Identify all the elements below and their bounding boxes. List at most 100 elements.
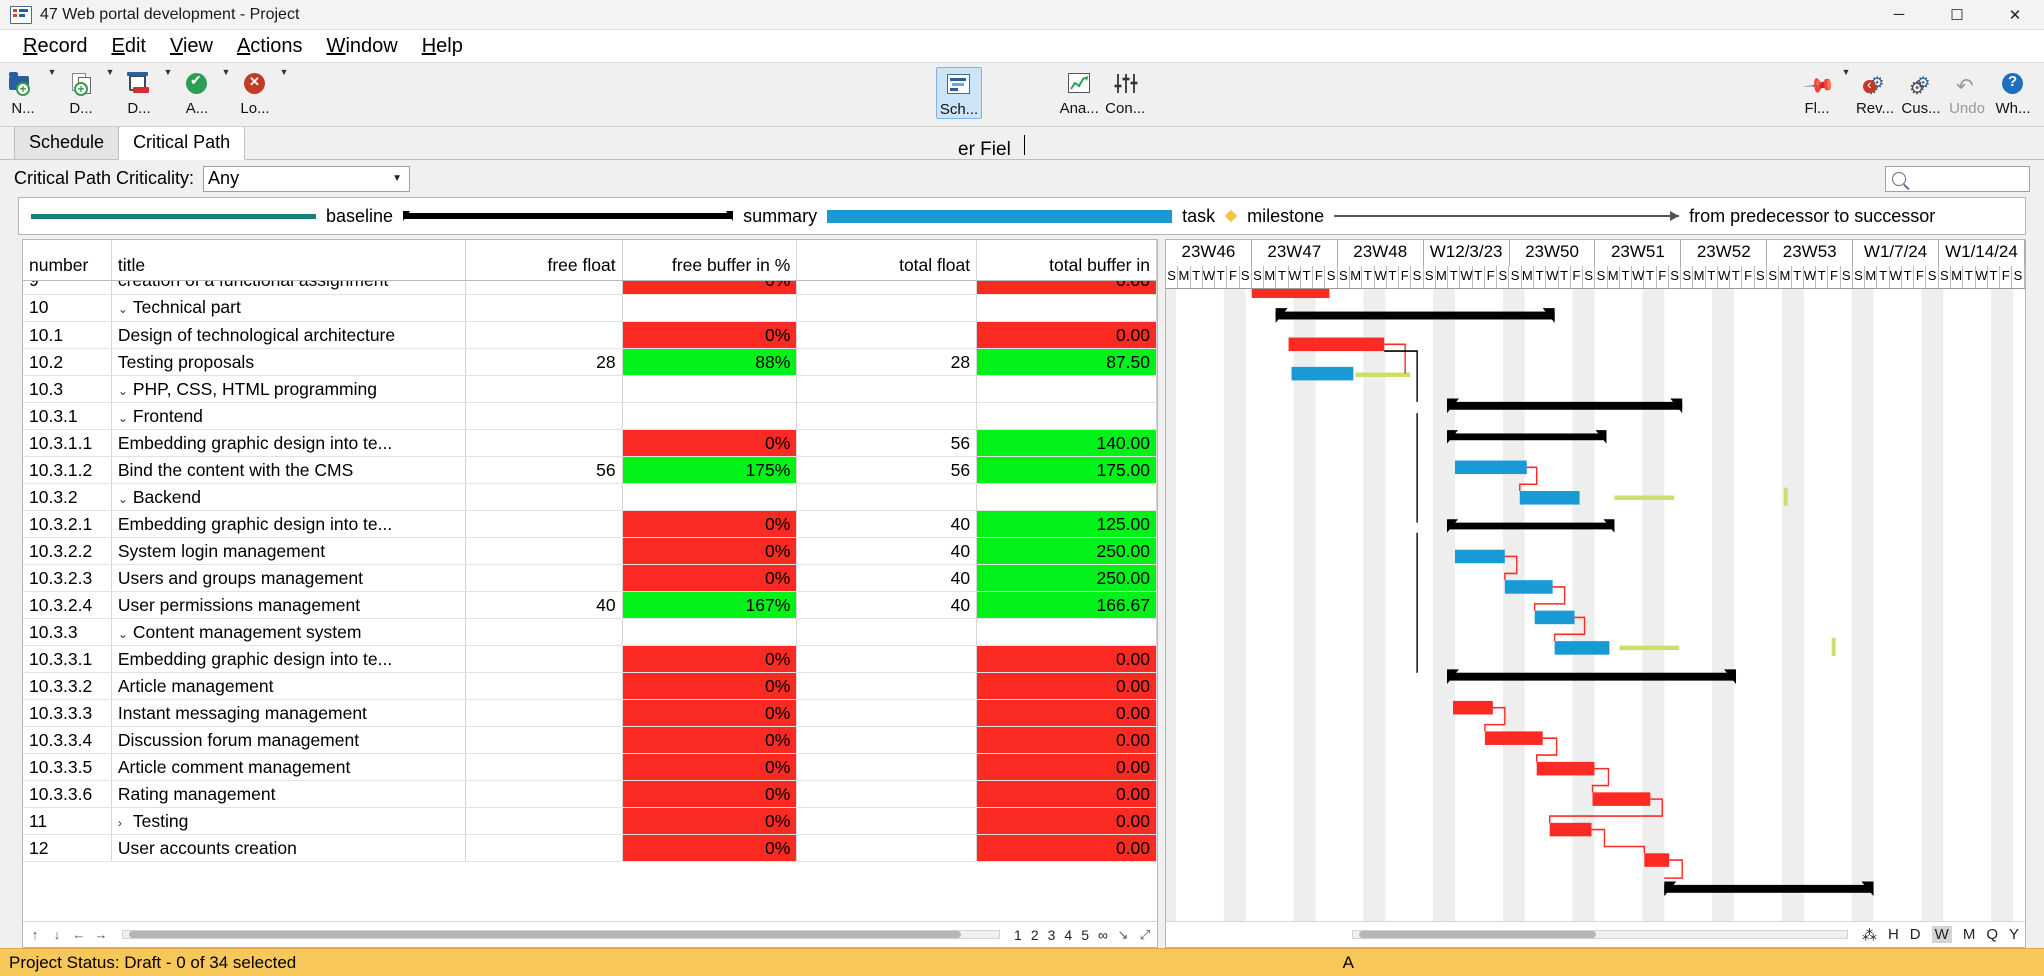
new-record-button[interactable]: + N... xyxy=(0,67,46,117)
minimize-button[interactable]: ─ xyxy=(1870,0,1928,30)
table-row[interactable]: 10⌄Technical part xyxy=(23,295,1157,322)
new-record-dropdown-icon[interactable]: ▼ xyxy=(46,67,58,97)
row-expander-icon[interactable]: ⌄ xyxy=(118,302,133,316)
outline-level-1[interactable]: 1 xyxy=(1014,927,1022,943)
column-header-total-buffer[interactable]: total buffer in xyxy=(977,240,1157,280)
outline-level-3[interactable]: 3 xyxy=(1048,927,1056,943)
close-button[interactable]: ✕ xyxy=(1986,0,2044,30)
tab-critical-path[interactable]: Critical Path xyxy=(118,126,245,160)
table-row[interactable]: 10.3.3.5Article comment management0%0.00 xyxy=(23,754,1157,781)
gantt-canvas[interactable] xyxy=(1166,289,2025,921)
cell-free-buffer xyxy=(622,295,797,322)
expand-icon[interactable]: ⤢ xyxy=(1138,927,1152,943)
table-row[interactable]: 10.3⌄PHP, CSS, HTML programming xyxy=(23,376,1157,403)
cell-free-float xyxy=(466,565,622,592)
table-row[interactable]: 10.1Design of technological architecture… xyxy=(23,322,1157,349)
column-header-title[interactable]: title xyxy=(111,240,466,280)
flag-button[interactable]: 📌 Fl... xyxy=(1794,67,1840,117)
grid-horizontal-scrollbar[interactable] xyxy=(122,930,1000,939)
analysis-button[interactable]: Ana... xyxy=(1056,67,1102,117)
gantt-scale-month[interactable]: M xyxy=(1963,926,1976,943)
duplicate-record-dropdown-icon[interactable]: ▼ xyxy=(104,67,116,97)
nav-next-icon[interactable]: → xyxy=(94,927,108,942)
outline-level-all[interactable]: ∞ xyxy=(1098,927,1108,943)
delete-record-button[interactable]: D... xyxy=(116,67,162,117)
toolbar-spacer-left xyxy=(290,63,936,126)
toolbar-center-group: Sch... Ana... xyxy=(936,63,1148,126)
column-header-total-float[interactable]: total float xyxy=(797,240,977,280)
tab-schedule[interactable]: Schedule xyxy=(14,126,119,159)
customize-button[interactable]: ⚙⚙ Cus... xyxy=(1898,67,1944,117)
whats-this-button[interactable]: Wh... xyxy=(1990,67,2036,117)
column-header-number[interactable]: number xyxy=(23,240,111,280)
row-expander-icon[interactable]: ⌄ xyxy=(118,492,133,506)
accept-dropdown-icon[interactable]: ▼ xyxy=(220,67,232,97)
table-row[interactable]: 10.3.2.1Embedding graphic design into te… xyxy=(23,511,1157,538)
gantt-scale-week[interactable]: W xyxy=(1932,926,1952,943)
menu-view[interactable]: View xyxy=(158,33,225,60)
maximize-button[interactable]: ☐ xyxy=(1928,0,1986,30)
outline-level-2[interactable]: 2 xyxy=(1031,927,1039,943)
configure-button[interactable]: Con... xyxy=(1102,67,1148,117)
table-row[interactable]: 10.3.3⌄Content management system xyxy=(23,619,1157,646)
accept-button[interactable]: A... xyxy=(174,67,220,117)
table-row[interactable]: 10.3.3.2Article management0%0.00 xyxy=(23,673,1157,700)
cell-title: Instant messaging management xyxy=(111,700,466,727)
row-expander-icon[interactable]: ⌄ xyxy=(118,627,133,641)
nav-prev-icon[interactable]: ← xyxy=(72,927,86,942)
table-row[interactable]: 10.2Testing proposals2888%2887.50 xyxy=(23,349,1157,376)
table-row[interactable]: 10.3.2.3Users and groups management0%402… xyxy=(23,565,1157,592)
table-row[interactable]: 10.3.2.2System login management0%40250.0… xyxy=(23,538,1157,565)
table-row[interactable]: 10.3.3.4Discussion forum management0%0.0… xyxy=(23,727,1157,754)
cell-title: Discussion forum management xyxy=(111,727,466,754)
gantt-horizontal-scrollbar[interactable] xyxy=(1352,930,1848,939)
task-grid-table: 10⌄Technical part10.1Design of technolog… xyxy=(23,295,1157,863)
menu-record[interactable]: Record xyxy=(11,33,99,60)
gantt-scale-day[interactable]: D xyxy=(1910,926,1921,943)
menu-help[interactable]: Help xyxy=(410,33,475,60)
table-row[interactable]: 9 creation of a functional assignment 0%… xyxy=(23,281,1157,295)
schedule-view-button[interactable]: Sch... xyxy=(936,67,982,119)
collapse-icon[interactable]: ↘ xyxy=(1116,927,1130,943)
outline-level-5[interactable]: 5 xyxy=(1081,927,1089,943)
nav-last-icon[interactable]: ↓ xyxy=(50,927,64,942)
table-row[interactable]: 10.3.3.3Instant messaging management0%0.… xyxy=(23,700,1157,727)
table-row[interactable]: 11›Testing0%0.00 xyxy=(23,808,1157,835)
cancel-dropdown-icon[interactable]: ▼ xyxy=(278,67,290,97)
nav-first-icon[interactable]: ↑ xyxy=(28,927,42,942)
table-row[interactable]: 10.3.2⌄Backend xyxy=(23,484,1157,511)
search-input[interactable] xyxy=(1885,166,2030,192)
cell-free-float xyxy=(466,700,622,727)
row-expander-icon[interactable]: ⌄ xyxy=(118,384,133,398)
column-header-free-buffer[interactable]: free buffer in % xyxy=(622,240,797,280)
gantt-day-cell: F xyxy=(1571,266,1583,288)
row-expander-icon[interactable]: ⌄ xyxy=(118,411,133,425)
table-row[interactable]: 10.3.1⌄Frontend xyxy=(23,403,1157,430)
gantt-fit-icon[interactable]: ⁂ xyxy=(1862,926,1877,944)
delete-record-dropdown-icon[interactable]: ▼ xyxy=(162,67,174,97)
gantt-day-cell: W xyxy=(1546,266,1558,288)
row-expander-icon[interactable]: › xyxy=(118,816,133,830)
outline-level-4[interactable]: 4 xyxy=(1064,927,1072,943)
duplicate-record-button[interactable]: + D... xyxy=(58,67,104,117)
flag-dropdown-icon[interactable]: ▼ xyxy=(1840,67,1852,97)
gantt-day-cell: T xyxy=(1559,266,1571,288)
gantt-scale-year[interactable]: Y xyxy=(2009,926,2019,943)
table-row[interactable]: 10.3.3.6Rating management0%0.00 xyxy=(23,781,1157,808)
criticality-select[interactable]: Any ▼ xyxy=(203,166,410,192)
table-row[interactable]: 12User accounts creation0%0.00 xyxy=(23,835,1157,862)
revert-button[interactable]: ⚙⚙ Rev... xyxy=(1852,67,1898,117)
menu-window[interactable]: Window xyxy=(315,33,410,60)
table-row[interactable]: 10.3.1.2Bind the content with the CMS561… xyxy=(23,457,1157,484)
gantt-scale-quarter[interactable]: Q xyxy=(1986,926,1998,943)
table-row[interactable]: 10.3.3.1Embedding graphic design into te… xyxy=(23,646,1157,673)
gantt-scale-hour[interactable]: H xyxy=(1888,926,1899,943)
cancel-button[interactable]: Lo... xyxy=(232,67,278,117)
status-text: Project Status: Draft - 0 of 34 selected xyxy=(9,953,296,973)
menu-edit[interactable]: Edit xyxy=(99,33,157,60)
undo-button[interactable]: ↶ Undo xyxy=(1944,67,1990,117)
menu-actions[interactable]: Actions xyxy=(225,33,315,60)
table-row[interactable]: 10.3.2.4User permissions management40167… xyxy=(23,592,1157,619)
table-row[interactable]: 10.3.1.1Embedding graphic design into te… xyxy=(23,430,1157,457)
column-header-free-float[interactable]: free float xyxy=(466,240,622,280)
